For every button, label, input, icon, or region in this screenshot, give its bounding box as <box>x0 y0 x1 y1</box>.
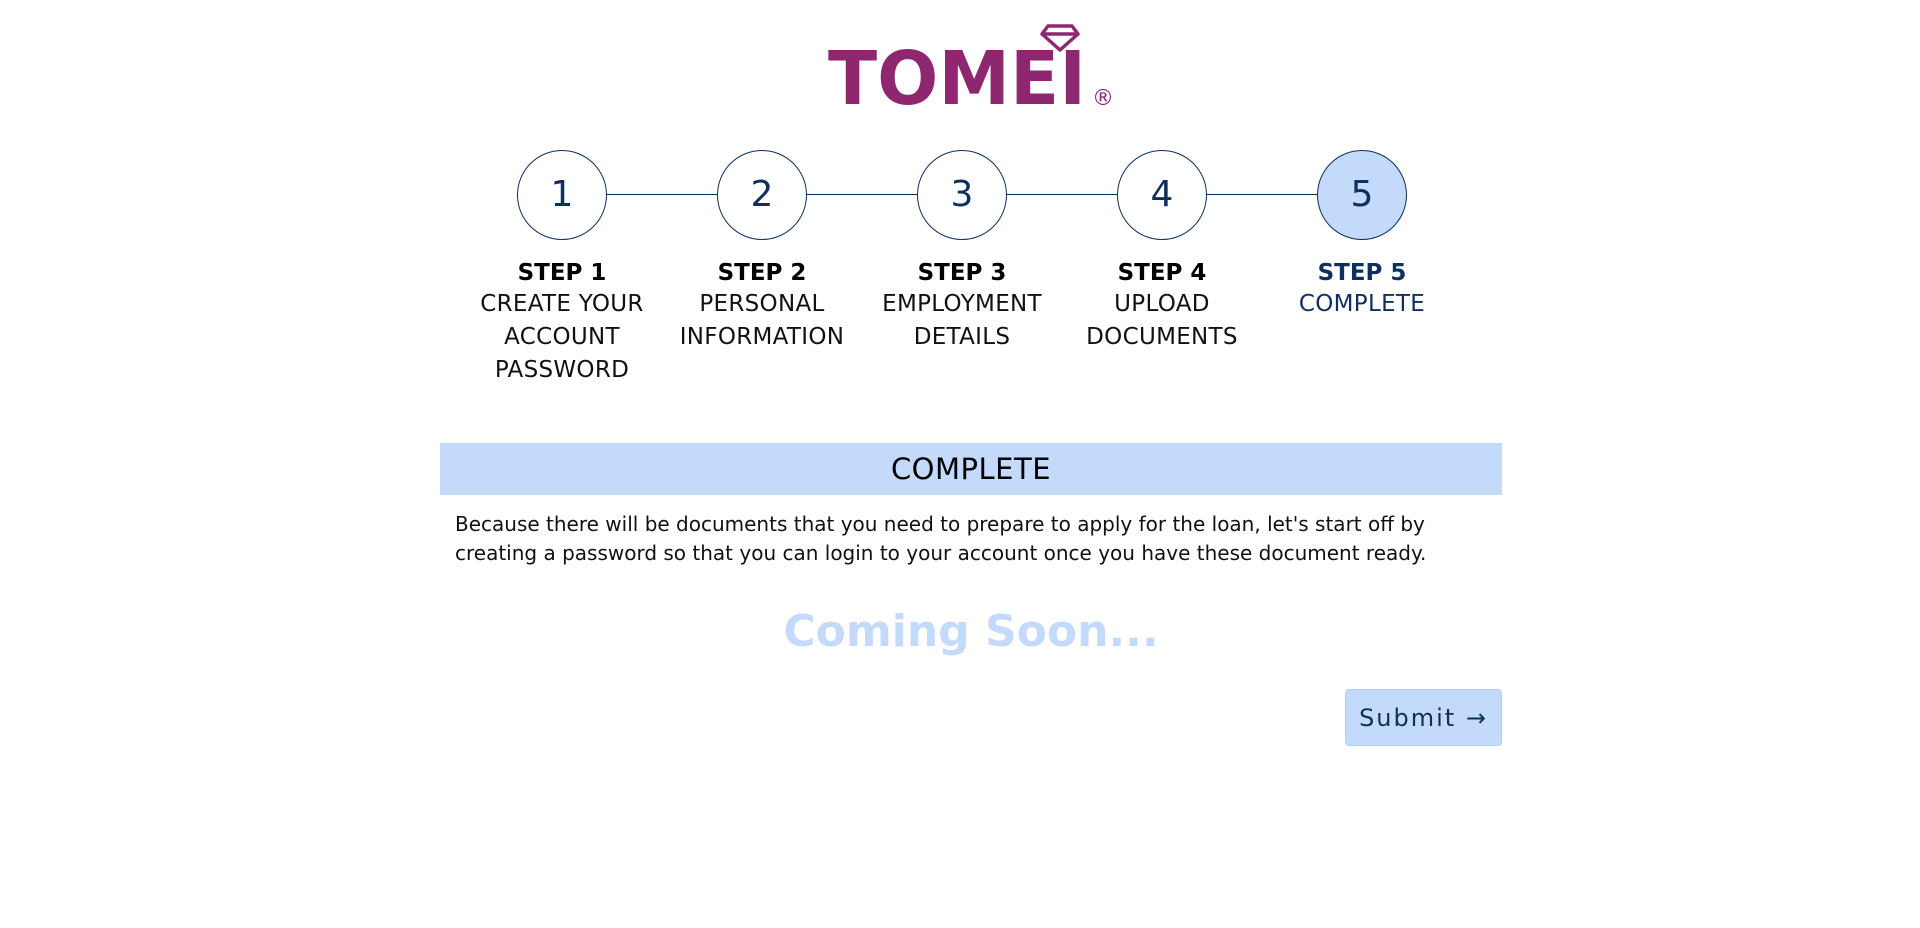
page: TOMEI ® 1 STEP 1 CREATE YOUR ACCOUNT PAS… <box>0 0 1920 928</box>
step-3-desc-line: EMPLOYMENT <box>882 291 1042 317</box>
step-2-desc-line: INFORMATION <box>679 324 845 350</box>
logo-image: TOMEI ® <box>828 24 1114 110</box>
step-3-circle: 3 <box>917 150 1007 240</box>
step-1-desc-line: PASSWORD <box>494 357 630 383</box>
step-4-desc-line: UPLOAD <box>1114 291 1210 317</box>
step-4-title: STEP 4 <box>1117 260 1207 286</box>
registered-mark: ® <box>1092 86 1114 110</box>
step-2: 2 STEP 2 PERSONAL INFORMATION <box>672 150 852 354</box>
step-1: 1 STEP 1 CREATE YOUR ACCOUNT PASSWORD <box>472 150 652 387</box>
tomei-logo: TOMEI ® <box>820 10 1120 110</box>
step-1-desc-line: ACCOUNT <box>504 324 620 350</box>
step-3-desc-line: DETAILS <box>913 324 1011 350</box>
logo-text: TOMEI <box>828 36 1086 110</box>
submit-button[interactable]: Submit → <box>1345 689 1502 746</box>
step-1-title: STEP 1 <box>517 260 607 286</box>
step-3-title: STEP 3 <box>917 260 1007 286</box>
section-header: COMPLETE <box>440 443 1502 495</box>
step-1-desc-line: CREATE YOUR <box>480 291 644 317</box>
step-5-desc-line: COMPLETE <box>1298 291 1426 317</box>
progress-stepper: 1 STEP 1 CREATE YOUR ACCOUNT PASSWORD 2 … <box>472 150 1452 390</box>
step-1-circle: 1 <box>517 150 607 240</box>
step-5: 5 STEP 5 COMPLETE <box>1272 150 1452 321</box>
step-5-title: STEP 5 <box>1317 260 1407 286</box>
step-2-desc-line: PERSONAL <box>699 291 825 317</box>
step-4-circle: 4 <box>1117 150 1207 240</box>
step-4-desc-line: DOCUMENTS <box>1086 324 1238 350</box>
step-5-circle: 5 <box>1317 150 1407 240</box>
coming-soon-text: Coming Soon... <box>783 606 1159 657</box>
step-3: 3 STEP 3 EMPLOYMENT DETAILS <box>872 150 1052 354</box>
step-4: 4 STEP 4 UPLOAD DOCUMENTS <box>1072 150 1252 354</box>
step-2-circle: 2 <box>717 150 807 240</box>
step-2-title: STEP 2 <box>717 260 807 286</box>
section-description: Because there will be documents that you… <box>455 512 1427 565</box>
